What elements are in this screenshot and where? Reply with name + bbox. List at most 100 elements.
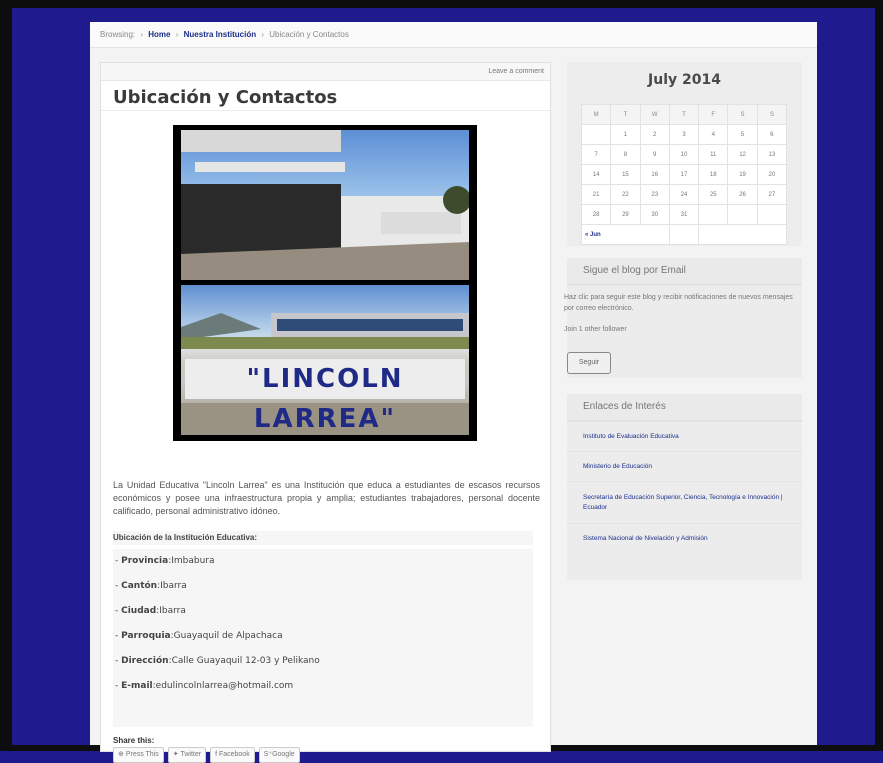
google-label: Google xyxy=(272,751,295,758)
leave-comment-link[interactable]: Leave a comment xyxy=(101,63,550,81)
calendar-day: 5 xyxy=(727,124,758,145)
link-item[interactable]: Sistema Nacional de Nivelación y Admisió… xyxy=(567,523,802,553)
follow-button[interactable]: Seguir xyxy=(567,352,611,374)
calendar-day: 6 xyxy=(756,124,788,145)
location-label: Parroquia xyxy=(121,631,171,641)
calendar-day: 17 xyxy=(668,164,700,185)
links-widget: Enlaces de Interés Instituto de Evaluaci… xyxy=(567,394,802,580)
calendar-week-row: 123456 xyxy=(580,124,788,145)
calendar-day: 26 xyxy=(727,184,758,205)
calendar-header-row: M T W T F S S xyxy=(580,104,788,125)
email-widget-description: Haz clic para seguir este blog y recibir… xyxy=(564,294,793,312)
calendar-day-header: S xyxy=(756,104,788,125)
list-item: - Ciudad:Ibarra xyxy=(115,606,186,616)
breadcrumb-home-link[interactable]: Home xyxy=(148,30,170,39)
calendar-day: 24 xyxy=(668,184,700,205)
twitter-icon: ✦ xyxy=(172,751,181,758)
share-title: Share this: xyxy=(113,736,155,745)
calendar-week-row: 7 8 9 10 11 12 13 xyxy=(580,144,788,165)
calendar-day-header: F xyxy=(698,104,729,125)
links-widget-title: Enlaces de Interés xyxy=(567,394,802,421)
calendar-day: 9 xyxy=(639,144,670,165)
location-label: Dirección xyxy=(121,656,169,666)
calendar-day-header: W xyxy=(639,104,670,125)
calendar-day-header: T xyxy=(668,104,700,125)
link-item[interactable]: Instituto de Evaluación Educativa xyxy=(567,421,802,451)
calendar-day xyxy=(727,204,758,225)
location-label: Provincia xyxy=(121,556,169,566)
breadcrumb: Browsing: › Home › Nuestra Institución ›… xyxy=(90,22,817,48)
location-label: Ciudad xyxy=(121,606,157,616)
calendar-nav-row: « Jun xyxy=(581,224,787,245)
calendar-day: 31 xyxy=(668,204,700,225)
breadcrumb-separator: › xyxy=(175,30,179,39)
calendar-day: 12 xyxy=(727,144,758,165)
calendar-prev-month-link[interactable]: « Jun xyxy=(581,224,670,245)
calendar-week-row: 14 15 16 17 18 19 20 xyxy=(580,164,788,185)
list-item: - Dirección:Calle Guayaquil 12-03 y Peli… xyxy=(115,656,320,666)
facebook-button[interactable]: f Facebook xyxy=(210,747,255,763)
calendar-day: 18 xyxy=(698,164,729,185)
page-title: Ubicación y Contactos xyxy=(101,81,550,111)
calendar-week-row: 21 22 23 24 25 26 27 xyxy=(580,184,788,205)
window-top-bar xyxy=(0,0,883,8)
breadcrumb-section-link[interactable]: Nuestra Institución xyxy=(184,30,256,39)
calendar-day xyxy=(698,204,729,225)
post-body-text: La Unidad Educativa "Lincoln Larrea" es … xyxy=(113,480,540,516)
calendar-day: 14 xyxy=(580,164,612,185)
calendar-day: 8 xyxy=(610,144,641,165)
link-item[interactable]: Secretaría de Educación Superior, Cienci… xyxy=(567,481,802,523)
calendar-day-header: T xyxy=(610,104,641,125)
wordpress-icon: ⊕ xyxy=(118,751,126,758)
calendar-day: 25 xyxy=(698,184,729,205)
calendar-day: 15 xyxy=(610,164,641,185)
calendar-day: 27 xyxy=(756,184,788,205)
calendar-day: 10 xyxy=(668,144,700,165)
location-value: :Ibarra xyxy=(156,606,186,616)
calendar-day: 2 xyxy=(639,124,670,145)
school-gate-photo xyxy=(181,130,469,280)
email-widget-title: Sigue el blog por Email xyxy=(567,258,802,285)
location-value: :Guayaquil de Alpachaca xyxy=(170,631,283,641)
breadcrumb-browsing: Browsing: xyxy=(100,30,136,39)
calendar-table: M T W T F S S 123456 7 8 9 10 11 12 13 14 15 16 1… xyxy=(580,104,788,245)
twitter-label: Twitter xyxy=(180,751,202,758)
calendar-day: 20 xyxy=(756,164,788,185)
school-photo: "LINCOLN LARREA" xyxy=(173,125,477,441)
twitter-button[interactable]: ✦ Twitter xyxy=(167,747,207,763)
calendar-day: 11 xyxy=(698,144,729,165)
location-value: :Ibarra xyxy=(157,581,187,591)
post-card: Leave a comment Ubicación y Contactos "L… xyxy=(100,62,551,763)
email-subscribe-widget: Sigue el blog por Email Haz clic para se… xyxy=(564,258,802,378)
google-button[interactable]: S⁺Google xyxy=(258,747,300,763)
calendar-day: 30 xyxy=(639,204,670,225)
window-left-border xyxy=(0,0,12,751)
calendar-day: 7 xyxy=(580,144,612,165)
breadcrumb-separator: › xyxy=(140,30,144,39)
location-list: - Provincia:Imbabura - Cantón:Ibarra - C… xyxy=(113,549,533,727)
window-right-border xyxy=(875,0,883,751)
facebook-label: Facebook xyxy=(218,751,250,758)
calendar-day-header: S xyxy=(727,104,758,125)
calendar-day: 4 xyxy=(698,124,729,145)
press-this-button[interactable]: ⊕ Press This xyxy=(113,747,164,763)
press-this-label: Press This xyxy=(125,751,159,758)
calendar-day: 22 xyxy=(610,184,641,205)
calendar-day: 1 xyxy=(610,124,641,145)
school-wall-photo: "LINCOLN LARREA" xyxy=(181,285,469,435)
list-item: - Provincia:Imbabura xyxy=(115,556,215,566)
email-widget-followers: Join 1 other follower xyxy=(564,326,627,333)
calendar-day: 3 xyxy=(668,124,700,145)
breadcrumb-separator: › xyxy=(261,30,264,39)
calendar-widget: July 2014 M T W T F S S 123456 7 8 9 10 11 12… xyxy=(567,62,802,246)
list-item: - Parroquia:Guayaquil de Alpachaca xyxy=(115,631,283,641)
calendar-day: 19 xyxy=(727,164,758,185)
calendar-day: 28 xyxy=(580,204,612,225)
school-sign-text: "LINCOLN LARREA" xyxy=(185,359,465,434)
location-label: Cantón xyxy=(121,581,158,591)
link-item[interactable]: Ministerio de Educación xyxy=(567,451,802,481)
calendar-day xyxy=(756,204,788,225)
location-value: :edulincolnlarrea@hotmail.com xyxy=(152,681,294,691)
page-content: Browsing: › Home › Nuestra Institución ›… xyxy=(90,22,817,763)
calendar-day: 13 xyxy=(756,144,788,165)
